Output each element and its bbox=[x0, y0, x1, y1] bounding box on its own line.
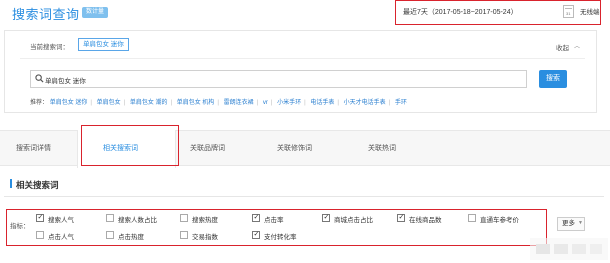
checkbox-click-heat[interactable] bbox=[106, 231, 114, 239]
current-term-label: 当前搜索词： bbox=[30, 44, 69, 51]
collapse-link[interactable]: 收起 bbox=[556, 42, 569, 52]
recommendations: 推荐： 单肩包女 迷你 | 单肩包女 | 单肩包女 潮的 | 单肩包女 机构 | 雷朗连… bbox=[30, 100, 407, 106]
data-badge: 数计量 bbox=[82, 7, 109, 18]
chevron-down-icon: ▼ bbox=[578, 220, 583, 226]
section-title: 相关搜索词 bbox=[16, 180, 59, 190]
checkbox-label: 搜索人气 bbox=[48, 217, 74, 224]
more-button-label: 更多 bbox=[562, 220, 575, 227]
checkbox-click-rate[interactable] bbox=[252, 213, 260, 222]
search-input-value[interactable]: 单肩包女 迷你 bbox=[45, 75, 86, 85]
recommend-link[interactable]: 小米手环 bbox=[277, 100, 301, 106]
tab-related-brand-terms[interactable]: 关联品牌词 bbox=[190, 143, 225, 153]
checkbox-trade-index[interactable] bbox=[180, 231, 188, 239]
checkbox-label: 支付转化率 bbox=[264, 234, 297, 241]
checkbox-label: 在线商品数 bbox=[409, 217, 442, 224]
recommend-link[interactable]: 单肩包女 迷你 bbox=[50, 100, 88, 106]
checkbox-click-popularity[interactable] bbox=[36, 231, 44, 239]
tab-related-hot-terms[interactable]: 关联热词 bbox=[368, 143, 396, 153]
search-input[interactable] bbox=[30, 70, 527, 88]
checkbox-label: 点击人气 bbox=[48, 234, 74, 241]
checkbox-label: 搜索热度 bbox=[192, 217, 218, 224]
section-accent bbox=[10, 179, 12, 188]
section-divider bbox=[4, 196, 604, 197]
checkbox-label: 点击热度 bbox=[118, 234, 144, 241]
checkbox-label: 商城点击占比 bbox=[334, 217, 373, 224]
checkbox-label: 交易指数 bbox=[192, 234, 218, 241]
date-range-select[interactable]: 最近7天（2017-05-18~2017-05-24） bbox=[403, 7, 518, 17]
checkbox-label: 直通车参考价 bbox=[480, 217, 519, 224]
chevron-up-icon[interactable]: ︿ bbox=[574, 41, 580, 50]
recommend-link[interactable]: 雷朗连衣裙 bbox=[224, 100, 254, 106]
recommend-link[interactable]: 单肩包女 潮的 bbox=[130, 100, 168, 106]
recommend-link[interactable]: 电话手表 bbox=[310, 100, 334, 106]
page-title: 搜索词查询 bbox=[12, 7, 80, 22]
recommend-link[interactable]: 单肩包女 机构 bbox=[177, 100, 215, 106]
checkbox-online-items[interactable] bbox=[397, 213, 405, 222]
tab-related-modifier-terms[interactable]: 关联修饰词 bbox=[277, 143, 312, 153]
checkbox-label: 点击率 bbox=[264, 217, 284, 224]
recommend-link[interactable]: 手环 bbox=[395, 100, 407, 106]
search-icon bbox=[35, 74, 44, 83]
checkbox-mall-click-share[interactable] bbox=[322, 213, 330, 222]
recommend-link[interactable]: 小天才电话手表 bbox=[344, 100, 386, 106]
checkbox-search-heat[interactable] bbox=[180, 214, 188, 222]
checkbox-payment-conversion[interactable] bbox=[252, 230, 260, 239]
watermark-logo bbox=[530, 238, 608, 260]
indicators-label: 指标： bbox=[10, 223, 30, 230]
checkbox-search-popularity[interactable] bbox=[36, 213, 44, 222]
checkbox-search-user-share[interactable] bbox=[106, 214, 114, 222]
checkbox-label: 搜索人数占比 bbox=[118, 217, 157, 224]
recommend-label: 推荐： bbox=[30, 100, 49, 106]
terminal-select[interactable]: 无线端 bbox=[578, 6, 602, 18]
recommend-link[interactable]: vr bbox=[263, 100, 268, 106]
checkbox-ztc-reference-price[interactable] bbox=[468, 214, 476, 222]
recommend-link[interactable]: 单肩包女 bbox=[97, 100, 121, 106]
tab-search-term-detail[interactable]: 搜索词详情 bbox=[16, 143, 51, 153]
calendar-icon[interactable]: 31 bbox=[563, 5, 574, 18]
search-button[interactable]: 搜索 bbox=[539, 70, 567, 88]
tab-highlight bbox=[81, 125, 179, 166]
panel-divider bbox=[20, 58, 585, 59]
current-term-chip[interactable]: 单肩包女 迷你 bbox=[78, 38, 129, 51]
